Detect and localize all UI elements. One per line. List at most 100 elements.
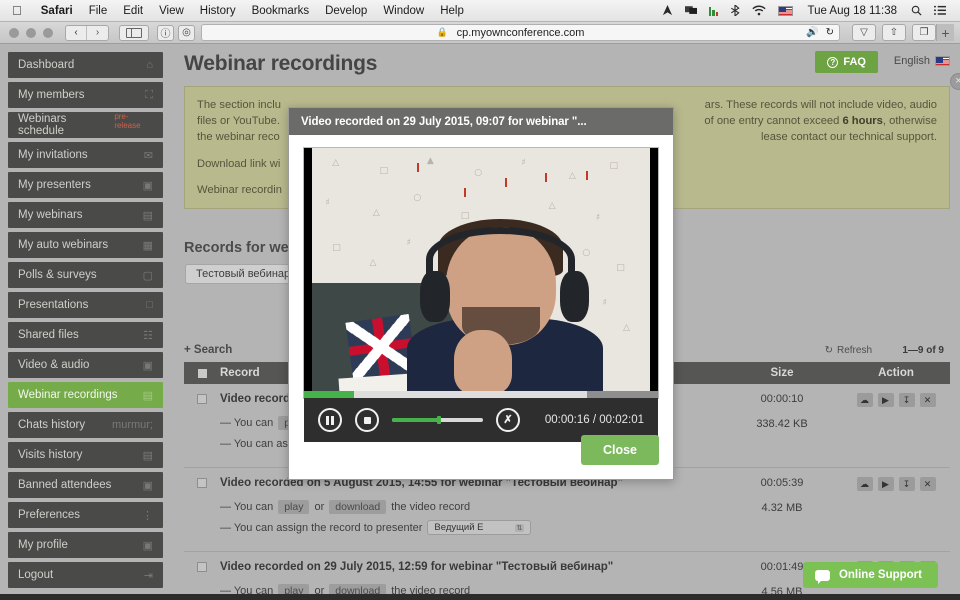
online-support-label: Online Support (838, 569, 922, 581)
menu-item-history[interactable]: History (192, 5, 244, 17)
sidebar-item-webinar-recordings[interactable]: Webinar recordings ▤ (8, 382, 163, 408)
online-support-button[interactable]: Online Support (802, 562, 938, 588)
sidebar-item-webinars-schedule[interactable]: Webinars schedule pre-release (8, 112, 163, 138)
files-icon: ☷ (143, 329, 153, 342)
sidebar-icon (126, 27, 142, 38)
menu-item-develop[interactable]: Develop (317, 5, 375, 17)
sidebar-item-my-auto-webinars[interactable]: My auto webinars ▦ (8, 232, 163, 258)
reader-buttons: ⓘ ◎ (157, 24, 195, 41)
forward-button[interactable]: › (87, 26, 108, 40)
sidebar-item-label: Visits history (18, 449, 83, 461)
play-link[interactable]: play (278, 500, 310, 514)
cloud-icon[interactable]: ☁ (856, 477, 873, 491)
notice-line2-right: of one entry cannot exceed 6 hours, othe… (704, 113, 937, 129)
language-switcher[interactable]: English (894, 55, 950, 67)
record-filesize: 4.32 MB (761, 502, 803, 514)
download-icon[interactable]: ↧ (898, 393, 915, 407)
sidebar-item-label: Banned attendees (18, 479, 112, 491)
apple-menu-icon[interactable]:  (0, 4, 33, 17)
search-toggle[interactable]: + Search (184, 344, 232, 356)
network-activity-icon[interactable] (703, 5, 725, 16)
sidebar-item-banned-attendees[interactable]: Banned attendees ▣ (8, 472, 163, 498)
menu-item-bookmarks[interactable]: Bookmarks (244, 5, 318, 17)
window-controls[interactable] (6, 27, 53, 38)
sidebar-item-video-audio[interactable]: Video & audio ▣ (8, 352, 163, 378)
presenter-select[interactable]: Ведущий Е ⇅ (427, 520, 532, 535)
progress-bar[interactable] (304, 391, 658, 398)
sidebar-item-presentations[interactable]: Presentations □ (8, 292, 163, 318)
reload-icon[interactable]: ↻ (826, 27, 834, 38)
notification-center-icon[interactable] (928, 5, 952, 16)
play-icon[interactable]: ▶ (877, 477, 894, 491)
screen:  Safari File Edit View History Bookmark… (0, 0, 960, 600)
audio-playing-icon[interactable]: 🔊 (806, 27, 818, 38)
menu-clock[interactable]: Tue Aug 18 11:38 (799, 5, 905, 17)
location-icon[interactable] (656, 5, 679, 16)
record-duration: 00:05:39 (760, 477, 804, 489)
reader-icon[interactable]: ⓘ (157, 24, 174, 41)
menu-item-window[interactable]: Window (375, 5, 432, 17)
select-all-checkbox[interactable] (184, 368, 220, 378)
back-button[interactable]: ‹ (66, 25, 87, 40)
sidebar-item-shared-files[interactable]: Shared files ☷ (8, 322, 163, 348)
wifi-icon[interactable] (746, 5, 772, 16)
sidebar-item-my-members[interactable]: My members ⛶ (8, 82, 163, 108)
menu-item-safari[interactable]: Safari (33, 5, 81, 17)
volume-knob[interactable] (436, 416, 441, 424)
nav-buttons[interactable]: ‹ › (65, 24, 109, 41)
video-player[interactable]: △□ ▲○ ♯△ □ ♯△ ○□ △♯ □△ ♯○ □ △□ (303, 147, 659, 442)
cloud-icon[interactable]: ☁ (856, 393, 873, 407)
menu-item-view[interactable]: View (151, 5, 192, 17)
sidebar-item-my-webinars[interactable]: My webinars ▤ (8, 202, 163, 228)
webinar-filter-select[interactable]: Тестовый вебинар (185, 264, 302, 284)
sidebar-item-visits-history[interactable]: Visits history ▤ (8, 442, 163, 468)
sidebar-item-polls-surveys[interactable]: Polls & surveys ▢ (8, 262, 163, 288)
displays-icon[interactable] (679, 5, 703, 16)
download-icon[interactable]: ▽ (852, 24, 876, 41)
sidebar-item-dashboard[interactable]: Dashboard ⌂ (8, 52, 163, 78)
bluetooth-icon[interactable] (724, 5, 746, 16)
download-link[interactable]: download (329, 500, 387, 514)
url-input[interactable]: 🔒 cp.myownconference.com 🔊 ↻ (201, 24, 840, 41)
menu-item-file[interactable]: File (81, 5, 116, 17)
close-button[interactable]: Close (580, 435, 659, 465)
download-icon[interactable]: ↧ (898, 477, 915, 491)
close-window-button[interactable] (9, 27, 19, 38)
row-checkbox[interactable] (184, 477, 220, 541)
us-flag-icon (935, 56, 950, 66)
column-size: Size (770, 367, 794, 379)
sidebar-item-my-profile[interactable]: My profile ▣ (8, 532, 163, 558)
menu-item-help[interactable]: Help (432, 5, 472, 17)
checkbox-icon (197, 394, 207, 404)
row-size-cell: 00:00:10 338.42 KB (722, 393, 842, 457)
search-icon[interactable] (905, 5, 928, 16)
sidebar-item-chats-history[interactable]: Chats history murmur; (8, 412, 163, 438)
sidebar-item-logout[interactable]: Logout ⇥ (8, 562, 163, 588)
tabs-icon[interactable]: ❐ (912, 24, 936, 41)
play-icon[interactable]: ▶ (877, 393, 894, 407)
delete-icon[interactable]: ✕ (919, 477, 936, 491)
refresh-label: Refresh (836, 345, 872, 356)
close-icon[interactable]: × (950, 73, 960, 90)
menu-item-edit[interactable]: Edit (115, 5, 151, 17)
faq-button[interactable]: ? FAQ (815, 51, 878, 73)
table-row: Video recorded on 5 August 2015, 14:55 f… (184, 468, 950, 552)
sidebar-item-preferences[interactable]: Preferences ⋮ (8, 502, 163, 528)
privacy-icon[interactable]: ◎ (178, 24, 195, 41)
new-tab-button[interactable]: + (936, 24, 954, 41)
pre-release-badge: pre-release (114, 112, 141, 130)
row-checkbox[interactable] (184, 393, 220, 457)
sidebar-item-label: Shared files (18, 329, 79, 341)
sidebar-item-my-invitations[interactable]: My invitations ✉ (8, 142, 163, 168)
zoom-window-button[interactable] (43, 27, 53, 38)
minimize-window-button[interactable] (26, 27, 36, 38)
auto-webinar-icon: ▦ (142, 239, 153, 252)
delete-icon[interactable]: ✕ (919, 393, 936, 407)
refresh-button[interactable]: ↻ Refresh (825, 345, 872, 356)
sidebar-item-my-presenters[interactable]: My presenters ▣ (8, 172, 163, 198)
input-flag-icon[interactable] (772, 5, 799, 16)
video-surface[interactable]: △□ ▲○ ♯△ □ ♯△ ○□ △♯ □△ ♯○ □ △□ (304, 148, 658, 398)
sidebar-toggle-button[interactable] (119, 24, 149, 41)
volume-slider[interactable] (392, 416, 483, 424)
share-icon[interactable]: ⇧ (882, 24, 906, 41)
